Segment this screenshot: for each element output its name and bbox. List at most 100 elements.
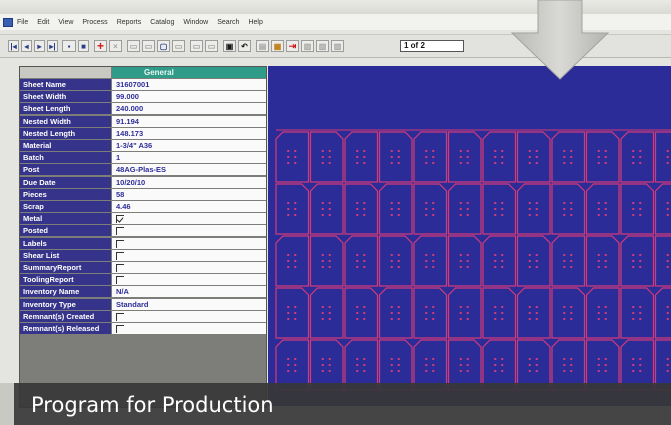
grid-row-checkbox[interactable] [116,264,124,272]
nested-part[interactable] [309,235,344,287]
grid-row-value[interactable] [112,310,266,322]
menu-reports[interactable]: Reports [117,19,142,26]
grid-row[interactable]: Metal [20,213,266,225]
nested-part[interactable] [309,287,344,339]
nested-part[interactable] [620,183,655,235]
nested-part[interactable] [482,183,517,235]
grid-row-value[interactable] [112,249,266,261]
grid-row-checkbox[interactable] [116,227,124,236]
menu-help[interactable]: Help [248,19,262,26]
grid-row-value[interactable] [112,237,266,249]
grid-row[interactable]: Nested Length 148.173 [20,127,266,139]
nested-part[interactable] [309,183,344,235]
grid-row-value[interactable]: 58 [112,188,266,200]
grid-row-checkbox[interactable] [116,312,124,321]
nest-view[interactable] [268,66,671,406]
tool-h-icon[interactable]: ▥ [301,40,314,52]
undo-icon[interactable]: ↶ [238,40,251,52]
nested-part[interactable] [275,131,310,183]
grid-row-value[interactable]: 1-3/4" A36 [112,140,266,151]
nested-part[interactable] [378,183,413,235]
grid-row-value[interactable]: 10/20/10 [112,176,266,188]
tool-f-icon[interactable]: ▭ [205,40,218,52]
nested-part[interactable] [516,235,551,287]
grid-row[interactable]: Inventory Name N/A [20,286,266,298]
grid-row-value[interactable]: Standard [112,298,266,310]
grid-row[interactable]: Sheet Length 240.000 [20,103,266,115]
grid-row-value[interactable] [112,323,266,334]
nested-part[interactable] [551,131,586,183]
grid-row-value[interactable]: 1 [112,152,266,164]
grid-row[interactable]: Material 1-3/4" A36 [20,140,266,151]
menu-process[interactable]: Process [82,19,107,26]
first-page-icon[interactable]: |◂ [8,40,19,52]
last-page-icon[interactable]: ▸| [47,40,58,52]
nested-part[interactable] [275,287,310,339]
nested-part[interactable] [585,287,620,339]
nested-part[interactable] [516,131,551,183]
grid-row[interactable]: Pieces 58 [20,188,266,200]
nested-part[interactable] [275,235,310,287]
grid-row[interactable]: Remnant(s) Created [20,310,266,322]
grid-row[interactable]: Due Date 10/20/10 [20,176,266,188]
grid-row[interactable]: Remnant(s) Released [20,323,266,334]
nested-part[interactable] [551,235,586,287]
grid-row-value[interactable] [112,262,266,273]
sheet-icon[interactable]: ▪ [62,40,76,52]
menu-file[interactable]: File [17,19,28,26]
menu-edit[interactable]: Edit [37,19,49,26]
grid-row-value[interactable]: N/A [112,286,266,298]
nested-part[interactable] [378,287,413,339]
nested-part[interactable] [654,183,671,235]
nested-part[interactable] [447,287,482,339]
nested-part[interactable] [516,183,551,235]
part-icon[interactable]: ■ [78,40,89,52]
nested-part[interactable] [551,183,586,235]
tool-a-icon[interactable]: ▭ [127,40,140,52]
grid-row-checkbox[interactable] [116,276,124,285]
open-icon[interactable]: ▦ [271,40,284,52]
grid-row-value[interactable]: 4.46 [112,201,266,212]
tool-g-icon[interactable]: ▤ [256,40,269,52]
grid-row-checkbox[interactable] [116,251,124,260]
nested-part[interactable] [620,235,655,287]
grid-row[interactable]: Sheet Width 99.000 [20,91,266,103]
nested-part[interactable] [344,183,379,235]
tool-d-icon[interactable]: ▭ [172,40,185,52]
nested-part[interactable] [275,183,310,235]
nested-part[interactable] [551,287,586,339]
grid-row[interactable]: Inventory Type Standard [20,298,266,310]
menu-view[interactable]: View [58,19,73,26]
grid-row-value[interactable] [112,274,266,286]
grid-row[interactable]: Sheet Name 31607001 [20,79,266,90]
nested-part[interactable] [516,287,551,339]
nested-part[interactable] [378,235,413,287]
grid-row[interactable]: Post 48AG-Plas-ES [20,164,266,176]
tool-b-icon[interactable]: ▭ [142,40,155,52]
grid-row[interactable]: Nested Width 91.194 [20,115,266,127]
add-icon[interactable]: + [94,39,107,53]
tool-c-icon[interactable]: ▢ [157,40,170,52]
import-icon[interactable]: ⇥ [286,40,299,52]
nested-part[interactable] [585,183,620,235]
grid-row[interactable]: Labels [20,237,266,249]
grid-row-value[interactable] [112,213,266,225]
nested-part[interactable] [413,287,448,339]
tool-e-icon[interactable]: ▭ [190,40,203,52]
grid-row-value[interactable]: 48AG-Plas-ES [112,164,266,176]
nested-part[interactable] [378,131,413,183]
grid-row-value[interactable]: 240.000 [112,103,266,115]
menu-search[interactable]: Search [217,19,239,26]
prev-page-icon[interactable]: ◂ [21,40,32,52]
nested-part[interactable] [654,131,671,183]
next-page-icon[interactable]: ▸ [34,40,45,52]
nested-part[interactable] [413,235,448,287]
grid-row-checkbox[interactable] [116,325,124,333]
save-icon[interactable]: ▣ [223,40,236,52]
grid-row[interactable]: Scrap 4.46 [20,201,266,212]
nested-part[interactable] [309,131,344,183]
menu-window[interactable]: Window [183,19,208,26]
nested-part[interactable] [344,235,379,287]
nested-part[interactable] [482,235,517,287]
grid-row[interactable]: ToolingReport [20,274,266,286]
